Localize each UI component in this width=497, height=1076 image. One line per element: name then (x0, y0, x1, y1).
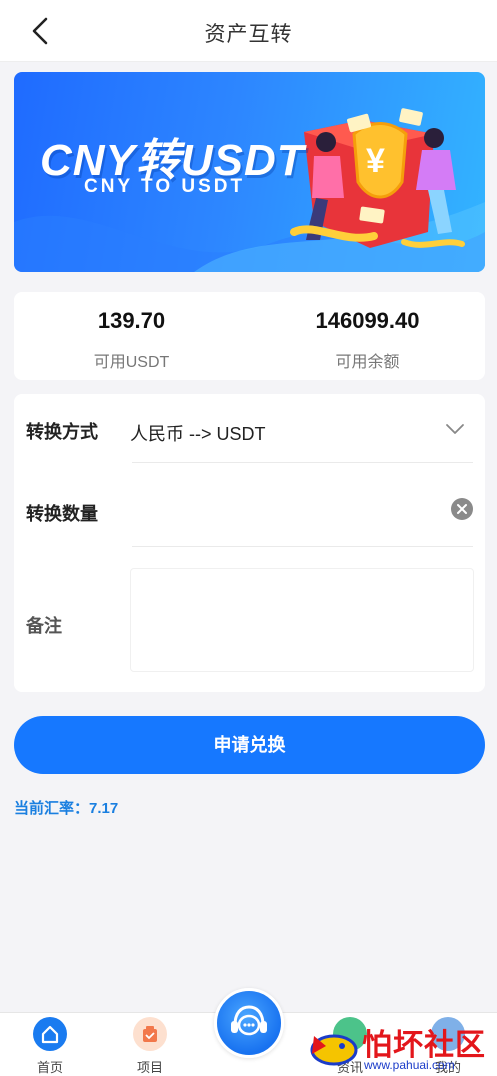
usdt-balance-label: 可用USDT (93, 354, 170, 371)
watermark-logo-icon (310, 1034, 358, 1066)
divider (132, 546, 473, 547)
balance-card: 139.70 可用USDT 146099.40 可用余额 (14, 292, 485, 380)
tab-project[interactable]: 项目 (110, 1013, 190, 1076)
submit-exchange-button[interactable]: 申请兑换 (14, 716, 485, 774)
cny-balance-label: 可用余额 (335, 354, 400, 371)
cny-balance-value: 146099.40 (315, 308, 420, 333)
note-textarea[interactable] (130, 568, 474, 672)
watermark-url: www.pahuai.com (364, 1058, 455, 1072)
project-icon (133, 1017, 167, 1051)
banner-subtitle: CNY TO USDT (84, 176, 246, 197)
close-icon (457, 504, 467, 514)
customer-service-button[interactable] (214, 988, 284, 1058)
tab-home-label: 首页 (36, 1060, 63, 1075)
amount-input[interactable] (130, 490, 440, 530)
cny-balance: 146099.40 可用余额 (250, 308, 485, 372)
promo-banner: ¥ CNY转USDT CNY TO USDT (14, 72, 485, 272)
exchange-rate-value: 7.17 (89, 800, 119, 817)
tab-home[interactable]: 首页 (10, 1013, 90, 1076)
exchange-rate: 当前汇率：7.17 (14, 797, 118, 818)
divider (132, 462, 473, 463)
usdt-balance: 139.70 可用USDT (14, 308, 249, 372)
convert-form: 转换方式 人民币 --> USDT 转换数量 备注 (14, 394, 485, 692)
home-icon (33, 1017, 67, 1051)
mode-select[interactable]: 人民币 --> USDT (130, 420, 266, 446)
note-label: 备注 (26, 616, 62, 636)
chevron-down-icon[interactable] (445, 422, 465, 436)
mode-label: 转换方式 (26, 422, 98, 442)
usdt-balance-value: 139.70 (97, 308, 166, 333)
amount-label: 转换数量 (26, 504, 98, 524)
tab-project-label: 项目 (136, 1060, 163, 1075)
clear-button[interactable] (451, 498, 473, 520)
top-bar: 资产互转 (0, 0, 497, 62)
svg-text:¥: ¥ (366, 142, 385, 180)
customer-service-icon (231, 1005, 267, 1036)
page-title: 资产互转 (204, 23, 293, 46)
exchange-rate-label: 当前汇率： (14, 800, 90, 817)
site-watermark: 怕坏社区 www.pahuai.com (300, 1014, 497, 1076)
